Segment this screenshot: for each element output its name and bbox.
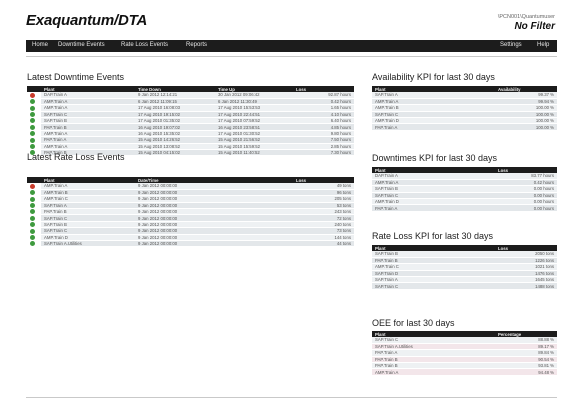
- status-green-icon: [30, 124, 35, 130]
- status-green-icon: [30, 144, 35, 149]
- status-green-icon: [30, 112, 35, 117]
- status-green-icon: [30, 99, 35, 104]
- time-down-cell: 15 Aug 2010 04:15:02: [135, 149, 215, 157]
- dashboard-page: Exaquantum/DTA \PCN001\Quantumuser No Fi…: [0, 0, 569, 412]
- plant-cell: SAP.Train A.Utilities: [41, 240, 135, 248]
- nav-home[interactable]: Home: [32, 42, 48, 48]
- oee-table: Plant Percentage SAP.Train C 88.88 % SAP.T…: [372, 331, 557, 376]
- oee-section-title: OEE for last 30 days: [372, 318, 455, 328]
- user-label: \PCN001\Quantumuser: [497, 14, 555, 20]
- nav-reports[interactable]: Reports: [186, 42, 207, 48]
- status-green-icon: [30, 190, 35, 195]
- status-red-icon: [30, 183, 35, 189]
- status-green-icon: [30, 209, 35, 214]
- filter-status[interactable]: No Filter: [514, 21, 555, 32]
- status-green-icon: [30, 137, 35, 143]
- rateloss-table: Plant Date/Time Loss AMP.Train A9 Jan 20…: [27, 177, 354, 248]
- status-green-icon: [30, 131, 35, 136]
- downtime-table: Plant Time Down Time Up Loss DAP.Train A…: [27, 86, 354, 157]
- status-green-icon: [30, 196, 35, 202]
- nav-bar: Home Downtime Events Rate Loss Events Re…: [26, 40, 557, 52]
- rateloss-kpi-section-title: Rate Loss KPI for last 30 days: [372, 231, 494, 241]
- status-green-icon: [30, 228, 35, 234]
- nav-settings[interactable]: Settings: [500, 42, 522, 48]
- status-cell: [27, 240, 41, 248]
- header-divider: [26, 56, 557, 57]
- footer-divider: [26, 397, 557, 398]
- status-green-icon: [30, 203, 35, 208]
- table-row[interactable]: SAP.Train C 1488 tons: [372, 282, 557, 290]
- table-row[interactable]: AMP.Train A 94.48 %: [372, 368, 557, 376]
- downtimes-kpi-section-title: Downtimes KPI for last 30 days: [372, 153, 498, 163]
- status-red-icon: [30, 92, 35, 98]
- nav-rate-loss-events[interactable]: Rate Loss Events: [121, 42, 168, 48]
- table-row[interactable]: PAP.Train A 0.00 hours: [372, 204, 557, 212]
- datetime-cell: 9 Jan 2012 00:00:00: [135, 240, 293, 248]
- status-green-icon: [30, 105, 35, 111]
- value-cell: 100.00 %: [495, 123, 557, 131]
- plant-cell: AMP.Train A: [372, 368, 495, 376]
- plant-cell: PAP.Train A: [372, 123, 495, 131]
- table-row[interactable]: SAP.Train A.Utilities 9 Jan 2012 00:00:00…: [27, 240, 354, 248]
- nav-downtime-events[interactable]: Downtime Events: [58, 42, 105, 48]
- status-green-icon: [30, 222, 35, 227]
- status-green-icon: [30, 215, 35, 221]
- loss-cell: 44 tons: [293, 240, 354, 248]
- downtimes-kpi-table: Plant Loss DAP.Train A 83.77 hours AMP.Tra…: [372, 167, 557, 212]
- status-green-icon: [30, 235, 35, 240]
- value-cell: 0.00 hours: [495, 204, 557, 212]
- nav-help[interactable]: Help: [537, 42, 549, 48]
- status-green-icon: [30, 118, 35, 123]
- rateloss-kpi-table: Plant Loss SAP.Train B 2050 tons PAP.Train…: [372, 245, 557, 290]
- rateloss-section-title: Latest Rate Loss Events: [27, 152, 125, 162]
- plant-cell: PAP.Train A: [372, 204, 495, 212]
- time-up-cell: 15 Aug 2010 11:40:52: [215, 149, 293, 157]
- loss-cell: 7.30 hours: [293, 149, 354, 157]
- value-cell: 1488 tons: [495, 282, 557, 290]
- plant-cell: SAP.Train C: [372, 282, 495, 290]
- availability-table: Plant Availability SAP.Train A 99.37 % AMP…: [372, 86, 557, 131]
- availability-section-title: Availability KPI for last 30 days: [372, 72, 495, 82]
- downtime-section-title: Latest Downtime Events: [27, 72, 125, 82]
- value-cell: 94.48 %: [495, 368, 557, 376]
- table-row[interactable]: PAP.Train A 100.00 %: [372, 123, 557, 131]
- status-green-icon: [30, 241, 35, 246]
- app-title: Exaquantum/DTA: [26, 12, 148, 29]
